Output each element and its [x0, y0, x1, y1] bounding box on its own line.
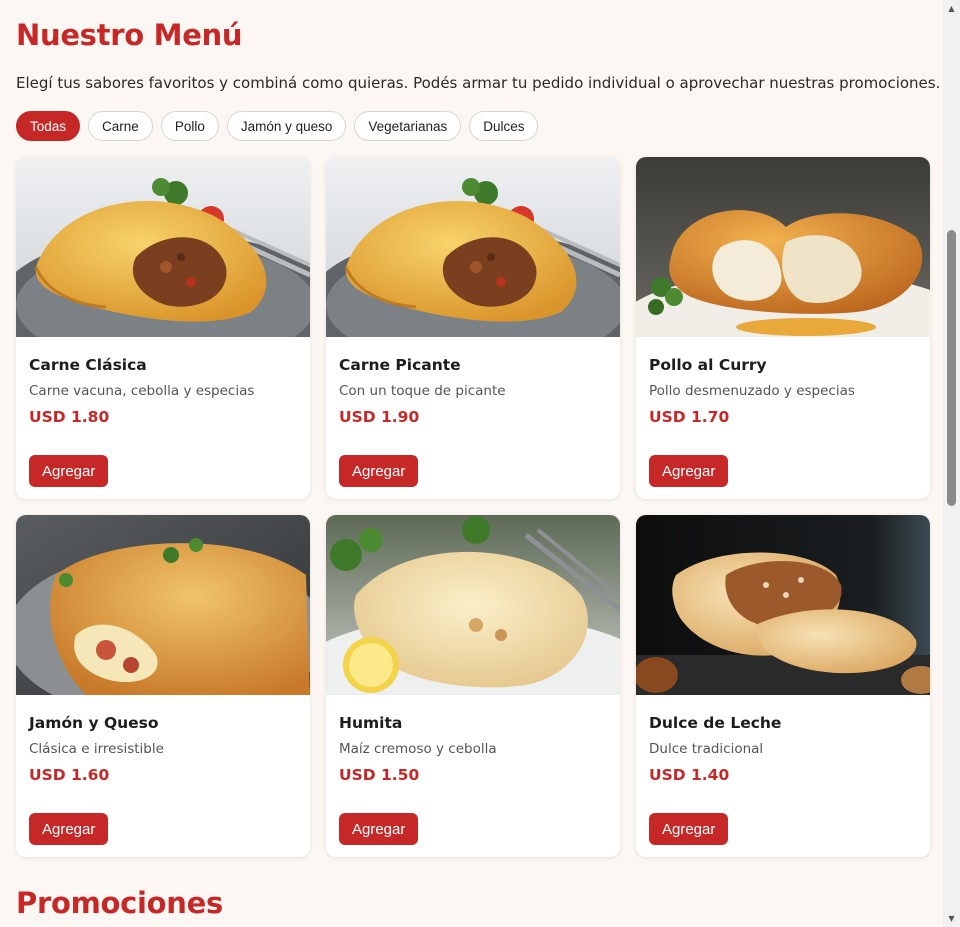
product-description: Con un toque de picante: [339, 383, 506, 399]
promotions-title: Promociones: [16, 886, 223, 920]
product-price: USD 1.80: [29, 408, 110, 426]
product-name: Dulce de Leche: [649, 714, 782, 732]
scrollbar-thumb[interactable]: [947, 230, 956, 506]
product-card: Carne Clásica Carne vacuna, cebolla y es…: [16, 157, 310, 499]
empanada-dulce-photo: [636, 515, 930, 695]
scroll-up-arrow-icon[interactable]: ▲: [943, 0, 960, 17]
filter-dulces[interactable]: Dulces: [469, 111, 539, 141]
product-description: Pollo desmenuzado y especias: [649, 383, 855, 399]
filter-carne[interactable]: Carne: [88, 111, 153, 141]
product-description: Clásica e irresistible: [29, 741, 164, 757]
product-price: USD 1.50: [339, 766, 420, 784]
empanada-jamon-queso-photo: [16, 515, 310, 695]
add-to-cart-button[interactable]: Agregar: [29, 813, 109, 845]
filter-pollo[interactable]: Pollo: [160, 111, 219, 141]
product-price: USD 1.70: [649, 408, 730, 426]
filter-todas[interactable]: Todas: [16, 111, 81, 141]
empanada-carne-photo: [16, 157, 310, 337]
add-to-cart-button[interactable]: Agregar: [339, 813, 419, 845]
product-description: Maíz cremoso y cebolla: [339, 741, 497, 757]
product-card: Carne Picante Con un toque de picante US…: [326, 157, 620, 499]
product-description: Dulce tradicional: [649, 741, 764, 757]
product-card: Dulce de Leche Dulce tradicional USD 1.4…: [636, 515, 930, 857]
add-to-cart-button[interactable]: Agregar: [649, 813, 729, 845]
add-to-cart-button[interactable]: Agregar: [649, 455, 729, 487]
product-name: Jamón y Queso: [29, 714, 159, 732]
filter-chips: Todas Carne Pollo Jamón y queso Vegetari…: [16, 111, 539, 141]
product-card: Pollo al Curry Pollo desmenuzado y espec…: [636, 157, 930, 499]
add-to-cart-button[interactable]: Agregar: [339, 455, 419, 487]
product-price: USD 1.60: [29, 766, 110, 784]
intro-text: Elegí tus sabores favoritos y combiná co…: [16, 74, 941, 92]
empanada-humita-photo: [326, 515, 620, 695]
product-name: Humita: [339, 714, 403, 732]
empanada-carne-photo: [326, 157, 620, 337]
product-name: Pollo al Curry: [649, 356, 767, 374]
product-price: USD 1.90: [339, 408, 420, 426]
add-to-cart-button[interactable]: Agregar: [29, 455, 109, 487]
empanada-pollo-photo: [636, 157, 930, 337]
filter-jamon-y-queso[interactable]: Jamón y queso: [226, 111, 347, 141]
product-name: Carne Picante: [339, 356, 461, 374]
product-name: Carne Clásica: [29, 356, 147, 374]
page-title: Nuestro Menú: [16, 18, 243, 52]
scroll-down-arrow-icon[interactable]: ▼: [943, 910, 960, 927]
product-grid: Carne Clásica Carne vacuna, cebolla y es…: [16, 157, 930, 857]
filter-vegetarianas[interactable]: Vegetarianas: [354, 111, 462, 141]
product-card: Humita Maíz cremoso y cebolla USD 1.50 A…: [326, 515, 620, 857]
product-description: Carne vacuna, cebolla y especias: [29, 383, 255, 399]
vertical-scrollbar[interactable]: ▲ ▼: [943, 0, 960, 927]
product-card: Jamón y Queso Clásica e irresistible USD…: [16, 515, 310, 857]
product-price: USD 1.40: [649, 766, 730, 784]
